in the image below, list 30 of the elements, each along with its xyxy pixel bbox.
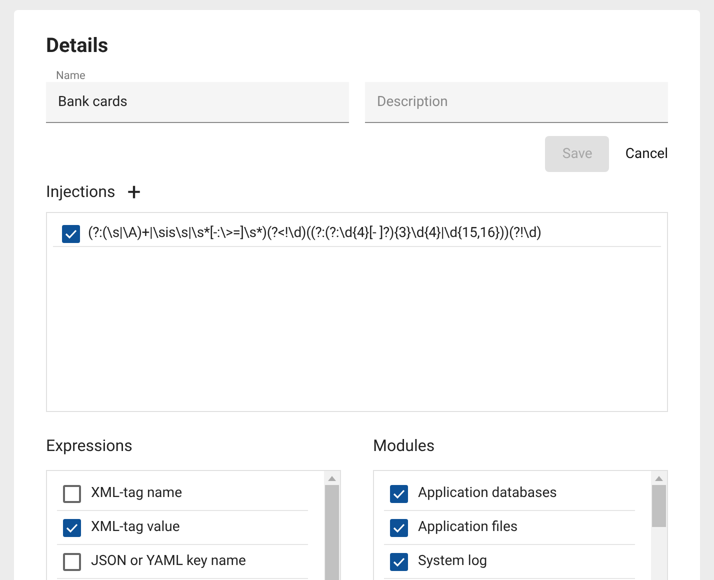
checkbox[interactable] [63, 518, 81, 536]
section-title: Modules [373, 435, 436, 457]
section-title: Injections [46, 181, 116, 203]
card-title: Details [46, 32, 110, 59]
checkbox[interactable] [390, 484, 408, 502]
cancel-button[interactable]: Cancel [625, 144, 668, 164]
regex-text: (?:(\s|\A)+|\sis\s|\s*[-:\>=]\s*)(?<!\d)((?:(?:\d{4}[- ]?){3}\d{4}|\d{15,16}))(?!\d) [88, 224, 542, 243]
field-label: Name [56, 68, 86, 82]
checkbox[interactable] [390, 518, 408, 536]
checkmark-icon [393, 522, 405, 532]
checkbox[interactable] [62, 224, 80, 242]
checkbox[interactable] [390, 552, 408, 570]
option-label: Application databases [418, 484, 557, 503]
option-label: JSON or YAML key name [91, 552, 246, 571]
checkmark-icon [65, 228, 77, 238]
checkmark-icon [393, 556, 405, 566]
checkmark-icon [66, 522, 78, 532]
scrollbar[interactable] [324, 471, 340, 580]
option-label: System log [418, 552, 488, 571]
section-title: Expressions [46, 435, 134, 457]
name-field[interactable]: Bank cards [46, 82, 349, 123]
checkbox[interactable] [63, 484, 81, 502]
checkmark-icon [393, 488, 405, 498]
option-label: Application files [418, 518, 518, 537]
description-field[interactable]: Description [365, 82, 668, 123]
checkbox[interactable] [63, 552, 81, 570]
option-label: XML-tag value [91, 518, 180, 537]
option-label: XML-tag name [91, 484, 182, 503]
scrollbar[interactable] [651, 471, 667, 580]
add-button[interactable]: + [127, 180, 141, 204]
